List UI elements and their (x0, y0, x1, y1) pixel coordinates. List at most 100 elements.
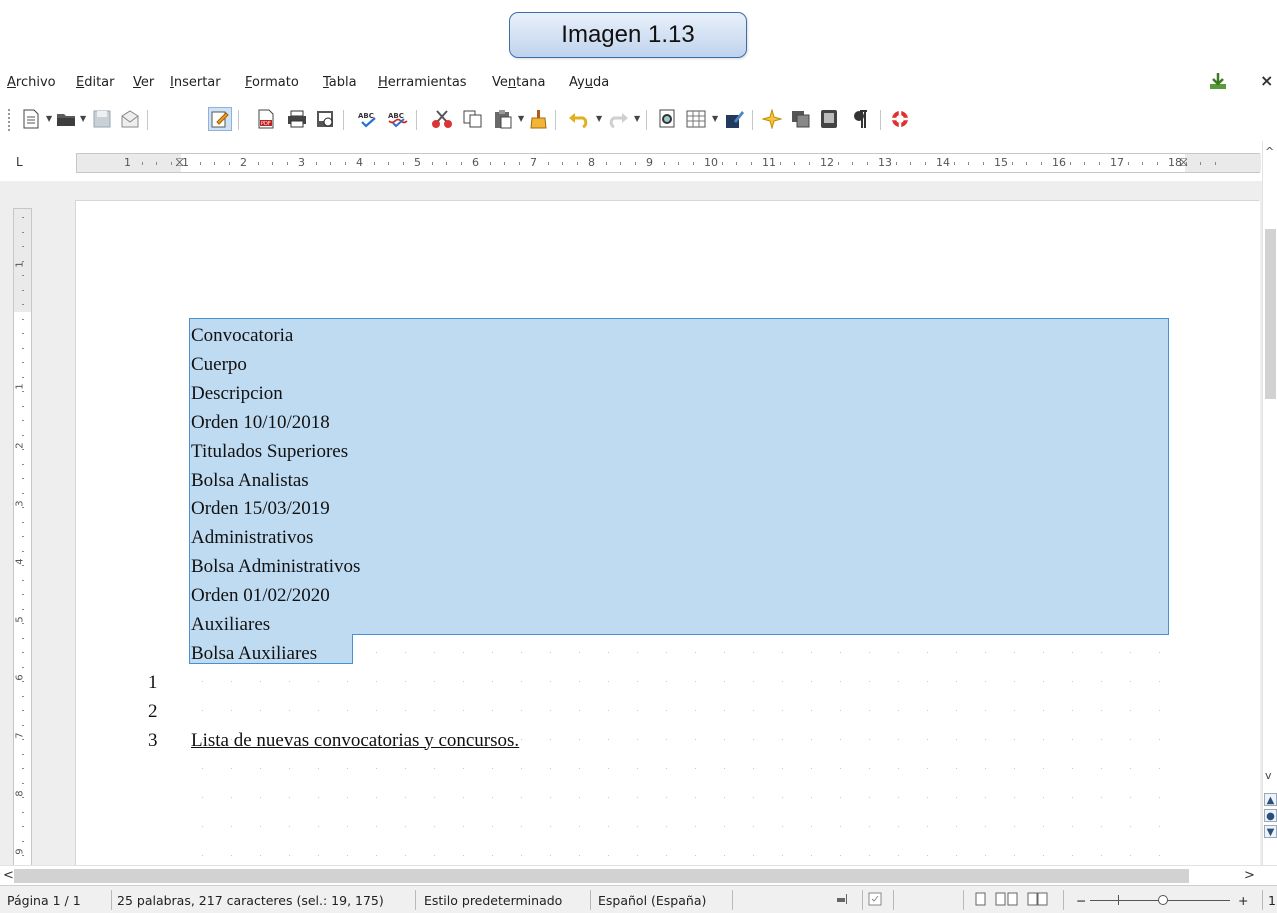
zoom-in-button[interactable]: + (1238, 893, 1248, 908)
toolbar-separator (880, 110, 881, 130)
selected-text-line[interactable]: Administrativos (191, 527, 313, 549)
previous-page-icon[interactable]: ▲ (1264, 793, 1277, 806)
document-modified-icon[interactable] (868, 892, 882, 909)
paste-dropdown-icon[interactable]: ▼ (518, 114, 526, 123)
ruler-number: 4 (14, 558, 26, 565)
status-page[interactable]: Página 1 / 1 (7, 893, 81, 908)
find-replace-icon[interactable] (656, 107, 680, 131)
menu-herramientas[interactable]: Herramientas (378, 75, 467, 90)
book-view-icon[interactable] (1027, 892, 1049, 909)
selected-text-line[interactable]: Auxiliares (191, 614, 270, 636)
navigation-icon[interactable]: ● (1264, 809, 1277, 822)
scroll-right-icon[interactable]: > (1244, 868, 1255, 883)
scroll-up-icon[interactable]: ^ (1265, 145, 1274, 158)
toolbar-separator (752, 110, 753, 130)
horizontal-scroll-thumb[interactable] (14, 869, 1189, 883)
scroll-down-icon[interactable]: v (1265, 769, 1272, 782)
status-page-style[interactable]: Estilo predeterminado (424, 893, 562, 908)
print-icon[interactable] (285, 107, 309, 131)
save-icon[interactable] (90, 107, 114, 131)
menu-editar[interactable]: Editar (76, 75, 115, 90)
paste-icon[interactable] (491, 107, 515, 131)
menu-ver[interactable]: Ver (133, 75, 154, 90)
copy-icon[interactable] (461, 107, 485, 131)
ruler-number: 12 (820, 156, 834, 169)
cut-icon[interactable] (430, 107, 454, 131)
vertical-scrollbar[interactable]: ^ v ▲ ● ▼ (1262, 141, 1277, 865)
vertical-scroll-thumb[interactable] (1265, 229, 1276, 399)
ruler-number: 3 (298, 156, 305, 169)
single-page-view-icon[interactable] (975, 892, 987, 909)
selected-text-line[interactable]: Bolsa Administrativos (191, 556, 360, 578)
horizontal-ruler[interactable]: 1 1 2 3 4 5 6 7 8 9 10 11 12 13 14 15 16 17 18 ⧖ ⧖ (76, 153, 1261, 173)
menu-ayuda[interactable]: Ayuda (569, 75, 609, 90)
data-sources-icon[interactable] (817, 107, 841, 131)
help-icon[interactable] (888, 107, 912, 131)
new-document-icon[interactable] (19, 107, 43, 131)
formatting-marks-icon[interactable] (848, 107, 872, 131)
document-heading[interactable]: Lista de nuevas convocatorias y concurso… (191, 730, 519, 752)
ruler-number: 1 (124, 156, 131, 169)
spelling-icon[interactable]: ABC (356, 107, 380, 131)
new-dropdown-icon[interactable]: ▼ (46, 114, 54, 123)
selected-text-line[interactable]: Descripcion (191, 383, 283, 405)
tab-stop-selector[interactable]: L (16, 155, 23, 169)
ruler-margin-marker[interactable]: ⧖ (1179, 155, 1191, 171)
ruler-number: 5 (14, 616, 26, 623)
horizontal-scrollbar[interactable]: < > (0, 865, 1277, 885)
navigator-icon[interactable] (760, 107, 784, 131)
vertical-ruler[interactable]: 1 1 2 3 4 5 6 7 8 9 (13, 208, 32, 865)
email-document-icon[interactable] (118, 107, 142, 131)
ruler-number: 5 (414, 156, 421, 169)
open-dropdown-icon[interactable]: ▼ (80, 114, 88, 123)
redo-dropdown-icon[interactable]: ▼ (634, 114, 642, 123)
ruler-number: 8 (14, 790, 26, 797)
selected-text-line[interactable]: Bolsa Auxiliares (191, 643, 317, 665)
svg-text:PDF: PDF (261, 121, 271, 127)
status-language[interactable]: Español (España) (598, 893, 706, 908)
menu-tabla[interactable]: Tabla (323, 75, 357, 90)
selected-text-line[interactable]: Orden 01/02/2020 (191, 585, 330, 607)
next-page-icon[interactable]: ▼ (1264, 825, 1277, 838)
svg-text:ABC: ABC (388, 112, 404, 120)
gallery-icon[interactable] (789, 107, 813, 131)
print-preview-icon[interactable] (314, 107, 338, 131)
auto-spellcheck-icon[interactable]: ABC (386, 107, 410, 131)
selected-text-line[interactable]: Orden 15/03/2019 (191, 498, 330, 520)
menu-ventana[interactable]: Ventana (492, 75, 545, 90)
line-number: 2 (148, 700, 158, 722)
selected-text-line[interactable]: Convocatoria (191, 325, 293, 347)
menu-formato[interactable]: Formato (245, 75, 299, 90)
zoom-out-button[interactable]: − (1076, 893, 1086, 908)
undo-icon[interactable] (567, 107, 591, 131)
close-document-icon[interactable]: × (1260, 71, 1273, 90)
selected-text-line[interactable]: Orden 10/10/2018 (191, 412, 330, 434)
menu-insertar[interactable]: Insertar (170, 75, 221, 90)
export-pdf-icon[interactable]: PDF (254, 107, 278, 131)
selected-text-line[interactable]: Titulados Superiores (191, 441, 348, 463)
status-word-count[interactable]: 25 palabras, 217 caracteres (sel.: 19, 1… (117, 893, 384, 908)
zoom-percent[interactable]: 1 (1268, 893, 1276, 908)
open-folder-icon[interactable] (54, 107, 78, 131)
undo-dropdown-icon[interactable]: ▼ (596, 114, 604, 123)
basic-shapes-icon[interactable] (723, 107, 747, 131)
redo-icon[interactable] (606, 107, 630, 131)
update-download-icon[interactable] (1208, 71, 1228, 91)
scroll-left-icon[interactable]: < (3, 868, 14, 883)
ruler-margin-marker[interactable]: ⧖ (175, 155, 187, 171)
text-selection (189, 318, 1169, 635)
multi-page-view-icon[interactable] (995, 892, 1019, 909)
clone-formatting-icon[interactable] (526, 107, 550, 131)
zoom-slider-knob[interactable] (1158, 895, 1168, 905)
edit-mode-icon[interactable] (208, 107, 232, 131)
insert-mode-icon[interactable] (836, 892, 850, 909)
ruler-number: 9 (646, 156, 653, 169)
document-page[interactable]: Convocatoria Cuerpo Descripcion Orden 10/10… (76, 201, 1260, 865)
menu-archivo[interactable]: Archivo (7, 75, 56, 90)
table-dropdown-icon[interactable]: ▼ (712, 114, 720, 123)
selected-text-line[interactable]: Cuerpo (191, 354, 247, 376)
toolbar-grip[interactable] (8, 109, 10, 131)
selected-text-line[interactable]: Bolsa Analistas (191, 470, 309, 492)
ruler-number: 1 (14, 261, 26, 268)
insert-table-icon[interactable] (684, 107, 708, 131)
